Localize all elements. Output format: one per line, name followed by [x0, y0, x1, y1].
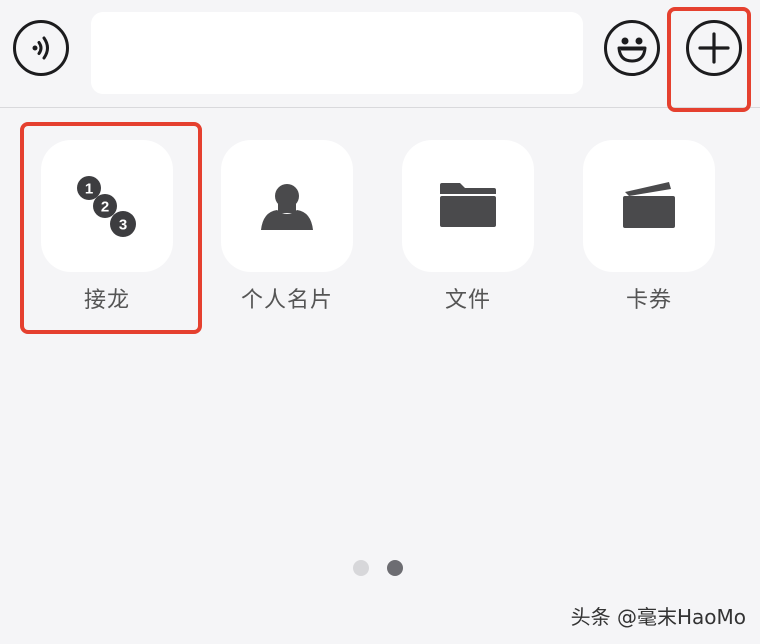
person-card-icon	[261, 184, 313, 230]
solitaire-number-2: 2	[101, 199, 109, 216]
message-input[interactable]	[91, 12, 583, 94]
emoji-button[interactable]	[604, 20, 660, 76]
tool-label: 卡券	[625, 288, 672, 313]
tool-icon-tile: 1 2 3	[41, 140, 173, 272]
watermark: 头条 @毫末HaoMo	[570, 605, 746, 629]
tool-icon-tile	[221, 140, 353, 272]
page-indicator	[353, 560, 403, 576]
tool-label: 文件	[444, 288, 491, 313]
tool-label: 个人名片	[240, 288, 333, 313]
page-dot-2[interactable]	[387, 560, 403, 576]
voice-button[interactable]	[13, 20, 69, 76]
page-dot-1[interactable]	[353, 560, 369, 576]
tool-icon-tile	[583, 140, 715, 272]
chat-extension-panel: 1 2 3 接龙 个人名片 文件 卡券 头条 @毫末HaoMo	[0, 0, 760, 644]
folder-icon	[440, 183, 496, 227]
wallet-card-icon	[623, 182, 675, 228]
tool-card-coupon[interactable]: 卡券	[583, 140, 715, 320]
solitaire-number-3: 3	[119, 217, 127, 234]
tool-file[interactable]: 文件	[402, 140, 534, 320]
more-functions-button[interactable]	[686, 20, 742, 76]
tool-icon-tile	[402, 140, 534, 272]
tool-label: 接龙	[83, 288, 130, 313]
solitaire-number-1: 1	[85, 181, 93, 198]
solitaire-123-icon: 1 2 3	[77, 176, 136, 237]
tool-person-card[interactable]: 个人名片	[221, 140, 353, 320]
plus-icon	[698, 32, 730, 64]
chat-input-bar	[0, 0, 760, 108]
tool-solitaire[interactable]: 1 2 3 接龙	[41, 140, 173, 320]
smiley-icon	[617, 37, 647, 63]
voice-wave-icon	[32, 36, 49, 60]
